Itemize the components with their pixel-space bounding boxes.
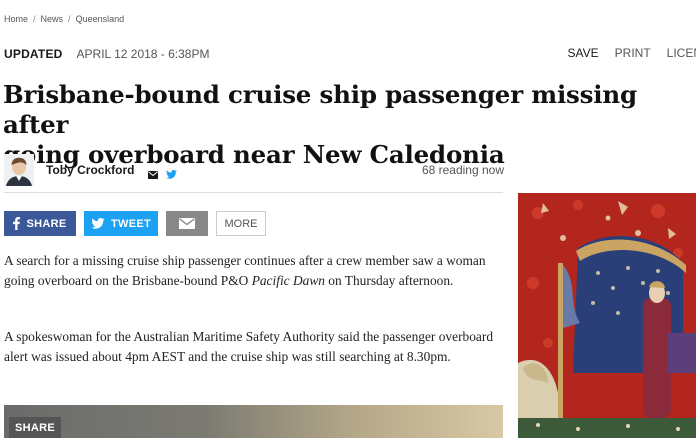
sidebar-advertisement-image[interactable] <box>518 193 696 438</box>
license-button[interactable]: LICEN <box>667 46 696 60</box>
article-video-thumbnail[interactable] <box>4 405 503 438</box>
byline: Toby Crockford 68 reading now <box>4 152 504 188</box>
breadcrumb-queensland-link[interactable]: Queensland <box>76 14 125 24</box>
facebook-share-label: SHARE <box>26 217 67 230</box>
article-tools: SAVE PRINT LICEN <box>568 46 696 60</box>
breadcrumb-home-link[interactable]: Home <box>4 14 28 24</box>
author-name[interactable]: Toby Crockford <box>46 163 134 177</box>
save-button[interactable]: SAVE <box>568 46 599 60</box>
headline-line-1: Brisbane-bound cruise ship passenger mis… <box>3 80 637 139</box>
more-share-button[interactable]: MORE <box>216 211 266 236</box>
facebook-icon <box>13 217 21 230</box>
twitter-tweet-label: TWEET <box>111 217 151 230</box>
breadcrumb-separator: / <box>33 14 36 24</box>
email-icon <box>179 218 195 229</box>
twitter-author-icon[interactable] <box>166 166 178 179</box>
updated-label: UPDATED <box>4 47 63 61</box>
facebook-share-button[interactable]: SHARE <box>4 211 76 236</box>
article-meta-bar: UPDATED APRIL 12 2018 - 6:38PM SAVE PRIN… <box>4 46 696 62</box>
author-avatar[interactable] <box>4 154 34 186</box>
byline-divider <box>4 192 503 193</box>
article-paragraph-1: A search for a missing cruise ship passe… <box>4 251 504 291</box>
twitter-tweet-button[interactable]: TWEET <box>84 211 158 236</box>
breadcrumb-separator: / <box>68 14 71 24</box>
twitter-icon <box>91 218 105 229</box>
video-share-button[interactable]: SHARE <box>9 417 61 438</box>
share-bar: SHARE TWEET MORE <box>4 211 266 236</box>
email-share-button[interactable] <box>166 211 208 236</box>
breadcrumb: Home / News / Queensland <box>4 14 124 24</box>
article-paragraph-2: A spokeswoman for the Australian Maritim… <box>4 329 494 364</box>
article-timestamp: APRIL 12 2018 - 6:38PM <box>76 47 210 61</box>
breadcrumb-news-link[interactable]: News <box>41 14 64 24</box>
email-author-icon[interactable] <box>148 166 159 179</box>
ship-name: Pacific Dawn <box>251 273 325 288</box>
paragraph-1-text-end: on Thursday afternoon. <box>324 273 454 288</box>
reading-now-count: 68 reading now <box>421 163 504 177</box>
print-button[interactable]: PRINT <box>615 46 651 60</box>
